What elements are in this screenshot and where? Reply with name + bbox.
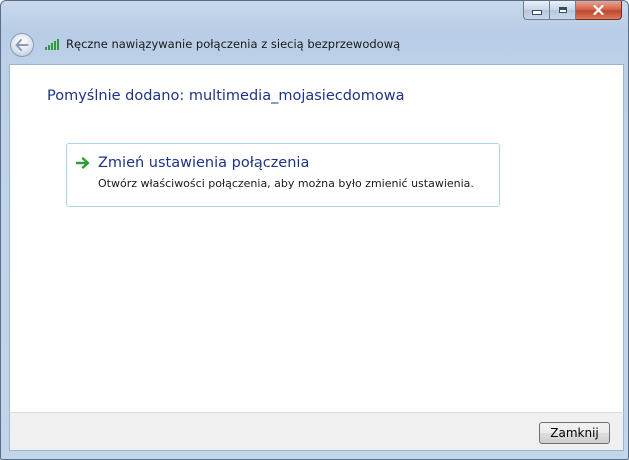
footer-bar: Zamknij [9, 412, 624, 451]
back-button[interactable] [10, 33, 34, 57]
close-icon [593, 5, 604, 15]
maximize-button[interactable] [550, 1, 576, 20]
close-window-button[interactable] [576, 1, 622, 20]
minimize-icon [531, 10, 542, 15]
option-description: Otwórz właściwości połączenia, aby można… [98, 177, 474, 190]
success-heading: Pomyślnie dodano: multimedia_mojasiecdom… [47, 88, 405, 104]
caption-buttons [523, 1, 622, 21]
titlebar: Ręczne nawiązywanie połączenia z siecią … [1, 25, 628, 61]
maximize-icon [558, 7, 567, 13]
dialog-window: Ręczne nawiązywanie połączenia z siecią … [0, 0, 629, 460]
wifi-signal-icon [45, 39, 59, 50]
back-arrow-icon [15, 39, 29, 51]
green-arrow-icon [76, 157, 90, 169]
option-title: Zmień ustawienia połączenia [98, 155, 310, 171]
minimize-button[interactable] [523, 1, 550, 20]
change-connection-settings-option[interactable]: Zmień ustawienia połączenia Otwórz właśc… [66, 143, 500, 207]
close-button[interactable]: Zamknij [539, 422, 610, 444]
content-panel: Pomyślnie dodano: multimedia_mojasiecdom… [9, 64, 624, 414]
window-title: Ręczne nawiązywanie połączenia z siecią … [66, 37, 401, 51]
